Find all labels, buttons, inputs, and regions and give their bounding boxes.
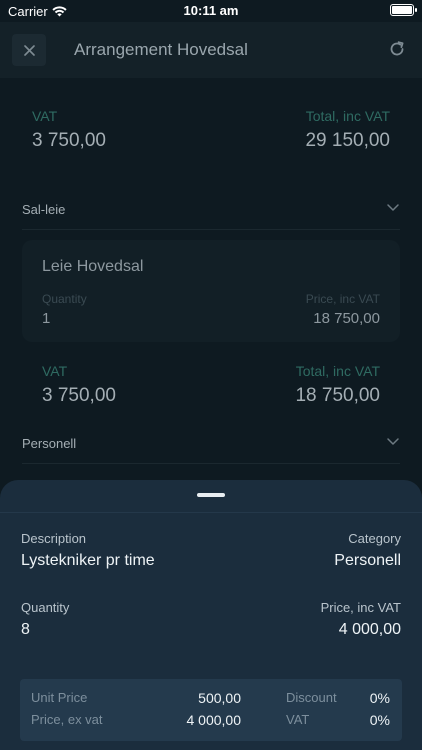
unit-price-label: Unit Price: [31, 690, 88, 705]
quantity-value: 1: [42, 310, 51, 327]
section-label: Sal-leie: [22, 202, 66, 217]
section-header-sal-leie[interactable]: Sal-leie: [22, 190, 400, 230]
summary-total-label: Total, inc VAT: [305, 108, 390, 124]
description-label: Description: [21, 531, 87, 546]
quantity-label: Quantity: [21, 600, 70, 615]
chevron-down-icon: [387, 438, 399, 445]
sheet-divider: [0, 512, 422, 513]
section-header-personell[interactable]: Personell: [22, 424, 400, 464]
price-breakdown: Unit Price 500,00 Price, ex vat 4 000,00…: [20, 679, 402, 741]
unit-price-value: 500,00: [198, 690, 241, 706]
sheet-drag-handle[interactable]: [197, 493, 225, 497]
subtotal-vat: VAT 3 750,00: [42, 363, 116, 407]
section-label: Personell: [22, 436, 77, 451]
summary-vat: VAT 3 750,00: [32, 108, 106, 152]
refresh-icon: [390, 41, 404, 56]
price-inc-vat-label: Price, inc VAT: [320, 600, 401, 615]
summary-vat-label: VAT: [32, 108, 58, 124]
price-label: Price, inc VAT: [305, 292, 380, 306]
line-item-title: Leie Hovedsal: [42, 258, 144, 275]
summary-total-value: 29 150,00: [305, 130, 390, 151]
category-value: Personell: [334, 552, 401, 569]
subtotal-vat-value: 3 750,00: [42, 385, 116, 406]
nav-header: Arrangement Hovedsal: [0, 22, 422, 78]
description-value: Lystekniker pr time: [21, 552, 155, 569]
discount-label: Discount: [286, 690, 337, 705]
subtotal-total-label: Total, inc VAT: [295, 363, 380, 379]
close-icon: [23, 44, 35, 56]
subtotal-total: Total, inc VAT 18 750,00: [295, 363, 380, 407]
status-bar: Carrier 10:11 am: [0, 0, 422, 22]
subtotal-vat-label: VAT: [42, 363, 68, 379]
close-button[interactable]: [12, 34, 46, 66]
refresh-button[interactable]: [388, 40, 406, 58]
chevron-down-icon: [387, 204, 399, 211]
quantity-label: Quantity: [42, 292, 87, 306]
page-title: Arrangement Hovedsal: [74, 40, 248, 59]
discount-value: 0%: [369, 690, 390, 706]
summary-total: Total, inc VAT 29 150,00: [305, 108, 390, 152]
vat-value: 0%: [369, 712, 390, 728]
battery-icon: [390, 4, 417, 16]
subtotal-total-value: 18 750,00: [295, 385, 380, 406]
status-time: 10:11 am: [183, 3, 239, 18]
vat-label: VAT: [286, 712, 310, 727]
price-value: 18 750,00: [313, 310, 380, 327]
category-label: Category: [348, 531, 401, 546]
line-item-detail-sheet: Description Lystekniker pr time Category…: [0, 480, 422, 750]
price-ex-vat-value: 4 000,00: [186, 712, 242, 728]
line-item-card[interactable]: Leie Hovedsal Quantity 1 Price, inc VAT …: [22, 240, 400, 342]
price-inc-vat-value: 4 000,00: [338, 621, 401, 638]
summary-vat-value: 3 750,00: [32, 130, 106, 151]
price-ex-vat-label: Price, ex vat: [31, 712, 103, 727]
quantity-value: 8: [21, 621, 30, 638]
